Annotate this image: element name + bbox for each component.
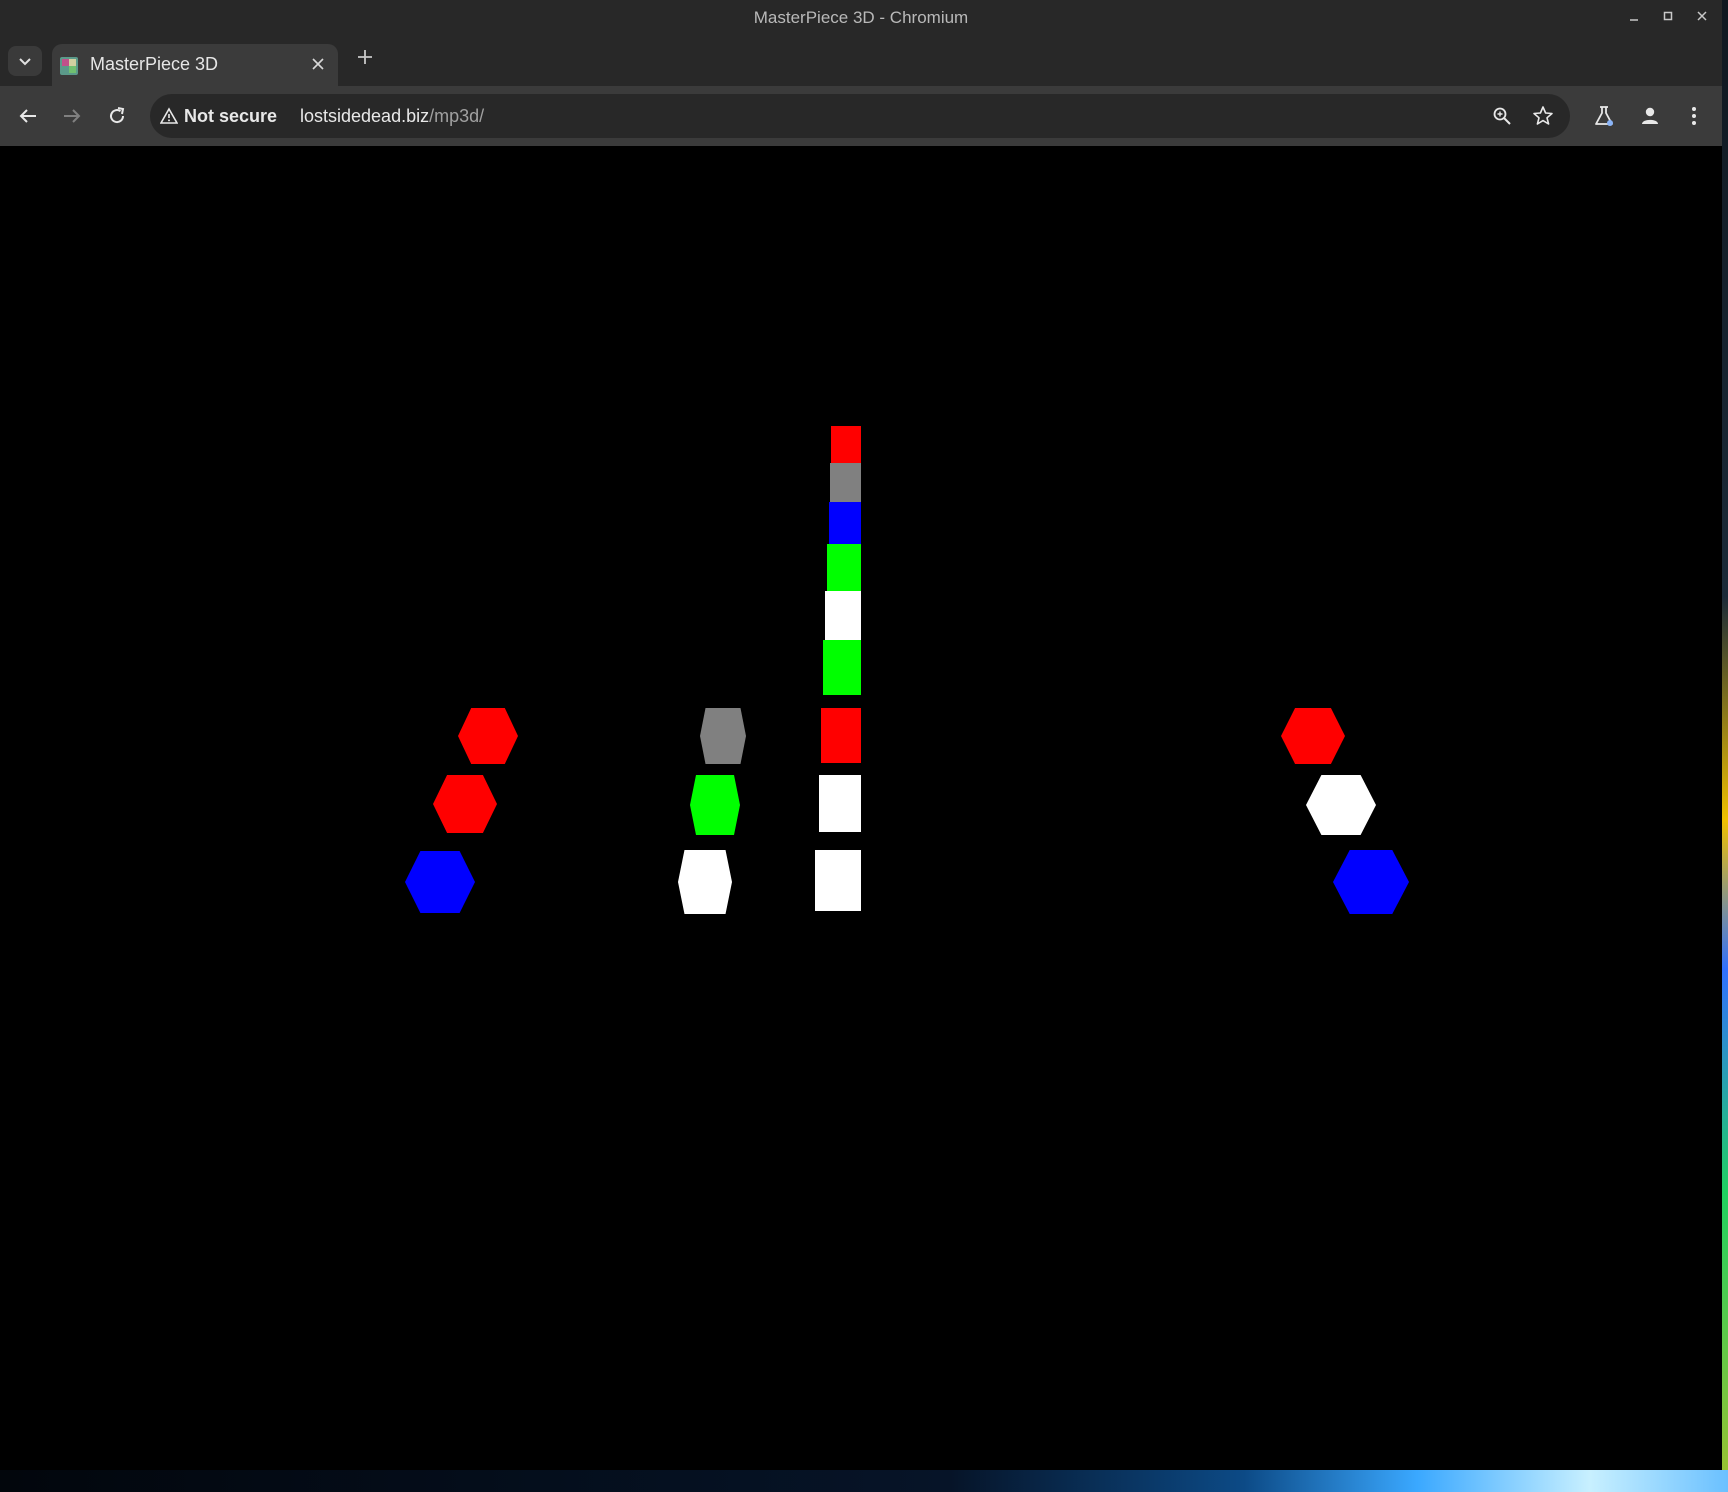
omnibox[interactable]: Not secure lostsidedead.biz/mp3d/: [150, 94, 1570, 138]
back-arrow-icon: [19, 109, 36, 123]
center-block-green: [823, 640, 861, 695]
center-block-white: [815, 850, 861, 911]
minimize-icon: [1630, 19, 1638, 21]
desktop-wallpaper-edge: [1722, 0, 1728, 1492]
minimize-button[interactable]: [1624, 8, 1644, 28]
tab-search-button[interactable]: [8, 46, 42, 76]
url-host: lostsidedead.biz: [300, 106, 430, 126]
url-path: /mp3d/: [429, 106, 485, 126]
forward-arrow-icon: [64, 109, 81, 123]
plus-icon: [358, 50, 372, 64]
center-block-blue: [829, 502, 861, 545]
forward-button[interactable]: [56, 100, 88, 132]
profile-button[interactable]: [1634, 100, 1666, 132]
masterpiece-favicon-icon: [60, 57, 78, 75]
desktop-screen: MasterPiece 3D - Chromium MasterPiece 3D…: [0, 0, 1728, 1492]
left-inner-block-white: [678, 850, 732, 914]
center-block-white: [819, 775, 861, 832]
browser-window: MasterPiece 3D - Chromium MasterPiece 3D…: [0, 0, 1722, 1470]
browser-toolbar: Not secure lostsidedead.biz/mp3d/: [0, 86, 1722, 146]
window-title: MasterPiece 3D - Chromium: [753, 8, 969, 27]
window-titlebar[interactable]: MasterPiece 3D - Chromium: [0, 0, 1722, 36]
center-block-white: [825, 591, 861, 641]
reload-button[interactable]: [101, 100, 133, 132]
left-inner-block-green: [690, 775, 740, 835]
close-window-button[interactable]: [1692, 8, 1712, 28]
security-chip[interactable]: Not secure: [160, 100, 277, 132]
center-block-red: [821, 708, 861, 763]
chevron-down-icon: [19, 58, 31, 66]
profile-icon: [1642, 107, 1658, 124]
tab-close-button[interactable]: [308, 54, 328, 74]
menu-icon: [1692, 107, 1696, 125]
tab-masterpiece-3d[interactable]: MasterPiece 3D: [52, 44, 338, 86]
security-label: Not secure: [184, 105, 278, 126]
tab-strip: MasterPiece 3D: [0, 36, 1722, 86]
maximize-button[interactable]: [1658, 8, 1678, 28]
warning-icon: [160, 107, 178, 124]
close-icon: [312, 58, 324, 70]
desktop-wallpaper-bottom: [0, 1470, 1728, 1492]
tab-title: MasterPiece 3D: [90, 54, 219, 74]
left-inner-block-gray: [700, 708, 746, 764]
reload-icon: [110, 107, 125, 124]
labs-button[interactable]: [1588, 100, 1620, 132]
center-block-red: [831, 426, 861, 464]
back-button[interactable]: [12, 100, 44, 132]
game-scene[interactable]: [0, 146, 1722, 1470]
new-tab-button[interactable]: [354, 46, 376, 68]
center-block-gray: [830, 463, 861, 503]
center-block-green: [827, 544, 861, 592]
labs-flask-icon: [1595, 106, 1613, 126]
zoom-button[interactable]: [1486, 100, 1518, 132]
url-field[interactable]: lostsidedead.biz/mp3d/: [300, 94, 484, 138]
zoom-icon: [1493, 107, 1511, 125]
game-canvas[interactable]: [0, 146, 1722, 1470]
bookmark-button[interactable]: [1527, 100, 1559, 132]
bookmark-star-icon: [1533, 106, 1553, 125]
browser-menu-button[interactable]: [1678, 100, 1710, 132]
close-icon: [1697, 11, 1707, 21]
maximize-icon: [1663, 11, 1673, 21]
